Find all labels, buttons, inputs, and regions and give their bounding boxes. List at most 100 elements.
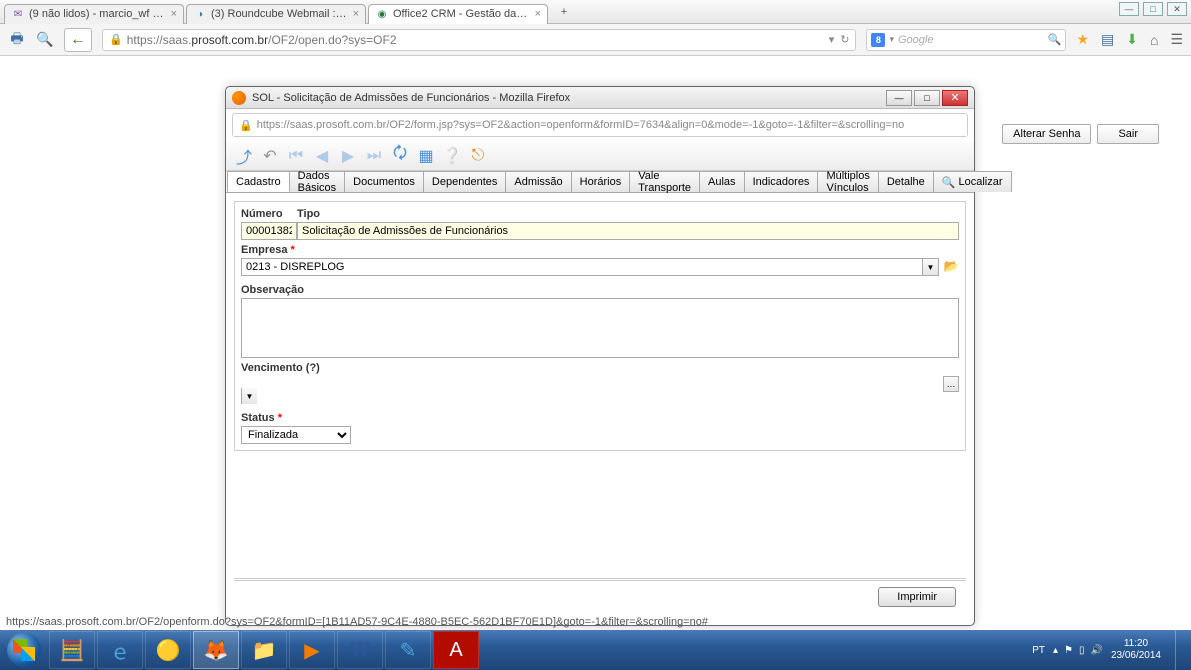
tab-dependentes[interactable]: Dependentes <box>423 171 506 192</box>
last-icon: ⏭ <box>362 144 386 168</box>
ellipsis-icon[interactable]: … <box>943 376 959 392</box>
task-word[interactable]: W <box>337 631 383 669</box>
tipo-label: Tipo <box>297 208 959 220</box>
numero-input[interactable] <box>241 222 297 240</box>
tab-dados-basicos[interactable]: Dados Básicos <box>289 171 346 192</box>
lookup-icon[interactable]: 📂 <box>943 258 959 274</box>
back-icon[interactable]: ⤴ <box>232 144 256 168</box>
browser-tab-strip: ✉ (9 não lidos) - marcio_wf - ... × ◑ (3… <box>0 0 1191 24</box>
browser-tab-office2[interactable]: ◉ Office2 CRM - Gestão da In... × <box>368 4 548 24</box>
back-button[interactable]: ← <box>64 28 92 52</box>
maximize-button[interactable]: □ <box>1143 2 1163 16</box>
empresa-combo[interactable]: 0213 - DISREPLOG ▼ <box>241 258 939 276</box>
modal-url-bar[interactable]: 🔒 https://saas.prosoft.com.br/OF2/form.j… <box>232 113 968 137</box>
clock[interactable]: 11:20 23/06/2014 <box>1111 638 1161 662</box>
observacao-textarea[interactable] <box>241 298 959 358</box>
volume-icon[interactable]: 🔊 <box>1090 645 1102 656</box>
office2-icon: ◉ <box>375 7 389 21</box>
bookmark-icon[interactable]: ★ <box>1076 31 1089 48</box>
alterar-senha-button[interactable]: Alterar Senha <box>1002 124 1091 144</box>
flag-icon[interactable]: ⚑ <box>1064 645 1073 656</box>
google-icon: 8 <box>871 33 885 47</box>
show-desktop-button[interactable] <box>1175 630 1185 670</box>
download-icon[interactable]: ⬇ <box>1126 31 1138 48</box>
observacao-label: Observação <box>241 284 959 296</box>
tab-localizar[interactable]: 🔍Localizar <box>933 171 1012 192</box>
taskbar: 🧮 ｅ 🟡 🦊 📁 ▶ W ✎ A PT ▴ ⚑ ▯ 🔊 11:20 23/06… <box>0 630 1191 670</box>
start-button[interactable] <box>0 630 48 670</box>
task-media[interactable]: ▶ <box>289 631 335 669</box>
refresh-icon[interactable]: ↻ <box>840 33 849 46</box>
tipo-input[interactable] <box>297 222 959 240</box>
tray-up-icon[interactable]: ▴ <box>1053 645 1058 656</box>
battery-icon[interactable]: ▯ <box>1079 645 1085 656</box>
task-app[interactable]: ✎ <box>385 631 431 669</box>
modal-titlebar[interactable]: SOL - Solicitação de Admissões de Funcio… <box>226 87 974 109</box>
first-icon: ⏮ <box>284 144 308 168</box>
firefox-icon <box>232 91 246 105</box>
tab-title: (3) Roundcube Webmail :: ... <box>211 8 347 20</box>
url-bar[interactable]: 🔒 https://saas.prosoft.com.br/OF2/open.d… <box>102 29 856 51</box>
tab-multiplos-vinculos[interactable]: Múltiplos Vínculos <box>817 171 878 192</box>
browser-tab-mail[interactable]: ✉ (9 não lidos) - marcio_wf - ... × <box>4 4 184 24</box>
refresh-icon[interactable]: 🗘 <box>388 144 412 168</box>
roundcube-icon: ◑ <box>193 7 207 21</box>
status-bar: https://saas.prosoft.com.br/OF2/openform… <box>0 614 714 630</box>
modal-url-text: https://saas.prosoft.com.br/OF2/form.jsp… <box>257 119 905 131</box>
browser-tab-webmail[interactable]: ◑ (3) Roundcube Webmail :: ... × <box>186 4 366 24</box>
tab-label: Localizar <box>958 176 1002 188</box>
close-button[interactable]: ✕ <box>1167 2 1187 16</box>
search-box[interactable]: 8 ▾ Google 🔍 <box>866 29 1066 51</box>
task-calculator[interactable]: 🧮 <box>49 631 95 669</box>
minimize-button[interactable]: — <box>1119 2 1139 16</box>
modal-toolbar: ⤴ ↶ ⏮ ◀ ▶ ⏭ 🗘 ▦ ❔ ⎋ <box>226 141 974 171</box>
vencimento-combo[interactable]: ▼ <box>241 376 939 404</box>
close-button[interactable]: ✕ <box>942 90 968 106</box>
minimize-button[interactable]: — <box>886 90 912 106</box>
lock-icon: 🔒 <box>239 119 253 132</box>
tab-aulas[interactable]: Aulas <box>699 171 745 192</box>
close-icon[interactable]: × <box>171 8 177 20</box>
close-icon[interactable]: × <box>535 8 541 20</box>
chevron-down-icon[interactable]: ▾ <box>889 34 894 45</box>
sair-button[interactable]: Sair <box>1097 124 1159 144</box>
task-chrome[interactable]: 🟡 <box>145 631 191 669</box>
tab-cadastro[interactable]: Cadastro <box>227 171 290 192</box>
tab-vale-transporte[interactable]: Vale Transporte <box>629 171 700 192</box>
maximize-button[interactable]: □ <box>914 90 940 106</box>
tab-admissao[interactable]: Admissão <box>505 171 571 192</box>
search-icon[interactable]: 🔍 <box>1048 33 1062 46</box>
task-explorer[interactable]: 📁 <box>241 631 287 669</box>
help-icon[interactable]: ❔ <box>440 144 464 168</box>
search-page-icon[interactable]: 🔍 <box>36 31 54 49</box>
menu-icon[interactable]: ☰ <box>1170 31 1183 48</box>
empresa-label: Empresa * <box>241 244 959 256</box>
tab-horarios[interactable]: Horários <box>571 171 631 192</box>
chevron-down-icon[interactable]: ▼ <box>922 259 938 275</box>
prev-icon: ◀ <box>310 144 334 168</box>
home-icon[interactable]: ⌂ <box>1150 32 1158 48</box>
print-icon[interactable]: 🖶 <box>8 31 26 49</box>
status-select[interactable]: Finalizada <box>241 426 351 444</box>
task-firefox[interactable]: 🦊 <box>193 631 239 669</box>
empresa-value: 0213 - DISREPLOG <box>242 261 922 273</box>
clock-time: 11:20 <box>1111 638 1161 650</box>
form-icon[interactable]: ▦ <box>414 144 438 168</box>
tab-documentos[interactable]: Documentos <box>344 171 424 192</box>
imprimir-button[interactable]: Imprimir <box>878 587 956 607</box>
vencimento-label: Vencimento (?) <box>241 362 959 374</box>
tab-detalhe[interactable]: Detalhe <box>878 171 934 192</box>
tab-indicadores[interactable]: Indicadores <box>744 171 819 192</box>
task-adobe[interactable]: A <box>433 631 479 669</box>
task-ie[interactable]: ｅ <box>97 631 143 669</box>
modal-title-text: SOL - Solicitação de Admissões de Funcio… <box>252 92 886 104</box>
lang-indicator[interactable]: PT <box>1032 645 1045 656</box>
tab-title: Office2 CRM - Gestão da In... <box>393 8 529 20</box>
chevron-down-icon[interactable]: ▾ <box>829 33 835 46</box>
undo-icon: ↶ <box>258 144 282 168</box>
exit-icon[interactable]: ⎋ <box>466 144 490 168</box>
new-tab-button[interactable]: + <box>554 3 574 21</box>
chevron-down-icon[interactable]: ▼ <box>241 388 257 404</box>
close-icon[interactable]: × <box>353 8 359 20</box>
bookmarks-list-icon[interactable]: ▤ <box>1101 31 1114 48</box>
